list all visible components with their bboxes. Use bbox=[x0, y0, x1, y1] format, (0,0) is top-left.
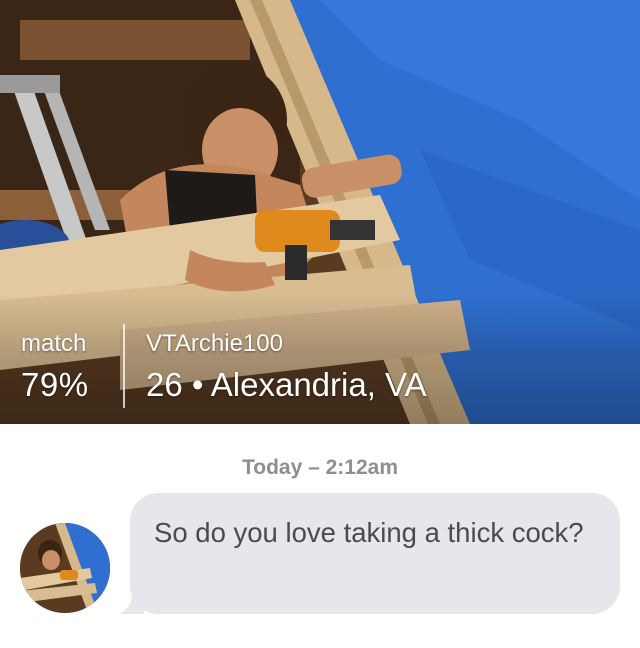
message-timestamp: Today – 2:12am bbox=[241, 456, 398, 479]
stats-divider bbox=[123, 324, 125, 408]
photo-gradient-overlay bbox=[0, 294, 640, 424]
avatar[interactable] bbox=[20, 523, 110, 613]
match-label: match bbox=[21, 330, 87, 357]
message-bubble[interactable]: So do you love taking a thick cock? bbox=[130, 493, 620, 614]
avatar-photo bbox=[20, 523, 110, 613]
profile-photo[interactable]: match 79% VTArchie100 26 • Alexandria, V… bbox=[0, 0, 640, 424]
age-location: 26 • Alexandria, VA bbox=[146, 366, 427, 403]
username[interactable]: VTArchie100 bbox=[146, 330, 283, 358]
message-text: So do you love taking a thick cock? bbox=[154, 517, 584, 548]
match-percentage: 79% bbox=[21, 366, 89, 403]
